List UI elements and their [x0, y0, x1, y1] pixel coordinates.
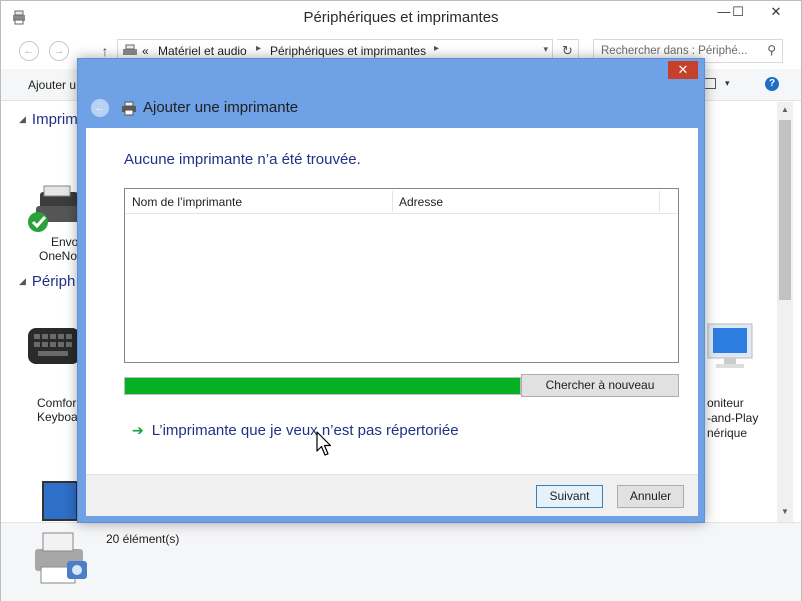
devices-group-header[interactable]: ◢ Périph [19, 273, 75, 290]
dialog-back-button[interactable]: ← [91, 99, 109, 117]
device-label: Envo [51, 235, 79, 249]
breadcrumb-chevron-icon[interactable]: ▸ [256, 43, 261, 54]
green-arrow-icon: ➔ [132, 422, 144, 438]
column-divider[interactable] [392, 191, 393, 212]
devices-printers-large-icon [35, 532, 87, 584]
item-count: 20 élément(s) [106, 532, 180, 546]
add-printer-dialog: ✕ ← Ajouter une imprimante Aucune imprim… [77, 58, 705, 523]
view-options-icon[interactable] [704, 78, 716, 89]
keyboard-icon[interactable] [27, 324, 81, 368]
device-label: OneNot [39, 249, 81, 263]
column-divider[interactable] [659, 191, 660, 212]
printer-icon [122, 101, 136, 116]
cancel-button[interactable]: Annuler [617, 485, 684, 508]
scroll-down-icon[interactable]: ▼ [777, 504, 793, 520]
maximize-button[interactable]: ☐ [723, 1, 753, 23]
view-dropdown-icon[interactable]: ▾ [725, 78, 730, 89]
search-placeholder: Rechercher dans : Périphé... [601, 45, 748, 57]
scroll-thumb[interactable] [779, 120, 791, 300]
breadcrumb-overflow[interactable]: « [142, 44, 149, 58]
breadcrumb-chevron-icon[interactable]: ▸ [434, 43, 439, 54]
laptop-icon[interactable] [41, 480, 79, 522]
collapse-icon[interactable]: ◢ [19, 276, 26, 286]
breadcrumb-hardware-sound[interactable]: Matériel et audio [158, 44, 247, 58]
column-header-printer-name[interactable]: Nom de l’imprimante [132, 195, 242, 209]
dialog-body: Aucune imprimante n’a été trouvée. Nom d… [86, 128, 698, 516]
dialog-title: Ajouter une imprimante [143, 99, 299, 116]
list-header: Nom de l’imprimante Adresse [125, 189, 678, 214]
help-icon[interactable]: ? [765, 77, 779, 91]
search-again-button[interactable]: Chercher à nouveau [521, 374, 679, 397]
device-label: oniteur [707, 396, 744, 410]
back-button[interactable]: ← [19, 41, 39, 61]
device-label: Keyboa [37, 410, 78, 424]
mouse-cursor-icon [316, 431, 332, 456]
monitor-icon[interactable] [704, 322, 756, 370]
printer-not-listed-link[interactable]: ➔ L’imprimante que je veux n’est pas répe… [132, 422, 459, 439]
next-button[interactable]: Suivant [536, 485, 603, 508]
dialog-close-button[interactable]: ✕ [668, 61, 698, 79]
add-device-command[interactable]: Ajouter u [28, 78, 76, 92]
device-label: -and-Play [707, 411, 759, 425]
title-bar: Périphériques et imprimantes — ☐ ✕ [1, 1, 801, 35]
scroll-up-icon[interactable]: ▲ [777, 102, 793, 118]
status-bar: 20 élément(s) [1, 522, 801, 601]
printers-group-header[interactable]: ◢ Imprim [19, 111, 78, 128]
window-title: Périphériques et imprimantes [303, 9, 499, 26]
no-printer-found-heading: Aucune imprimante n’a été trouvée. [124, 151, 361, 168]
forward-button[interactable]: → [49, 41, 69, 61]
address-dropdown-icon[interactable]: ▾ [543, 44, 548, 55]
search-icon[interactable]: ⚲ [767, 43, 776, 57]
device-label: Comfor [37, 396, 77, 410]
search-progress-bar [124, 377, 521, 395]
vertical-scrollbar[interactable]: ▲ ▼ [777, 102, 793, 522]
close-window-button[interactable]: ✕ [761, 1, 791, 23]
dialog-footer: Suivant Annuler [86, 474, 698, 516]
printer-list[interactable]: Nom de l’imprimante Adresse [124, 188, 679, 363]
breadcrumb-devices-printers[interactable]: Périphériques et imprimantes [270, 44, 426, 58]
devices-printers-icon [123, 44, 137, 55]
column-header-address[interactable]: Adresse [399, 195, 443, 209]
device-label: nérique [707, 426, 748, 440]
onenote-printer-icon[interactable] [26, 184, 82, 234]
collapse-icon[interactable]: ◢ [19, 114, 26, 124]
